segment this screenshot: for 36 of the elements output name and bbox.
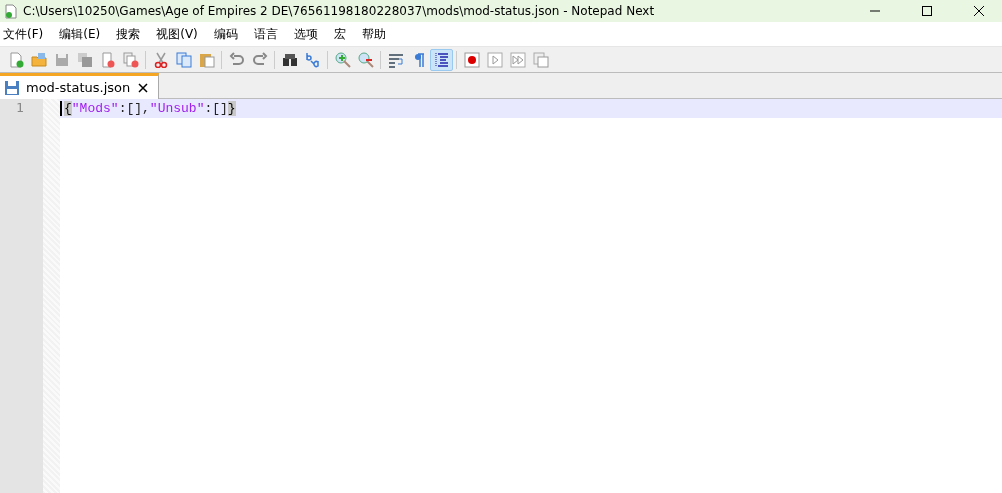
app-icon — [5, 3, 17, 19]
code-line: {"Mods":[],"Unsub":[]} — [60, 101, 236, 116]
redo-icon — [251, 51, 268, 68]
tab-close-icon[interactable] — [136, 80, 151, 95]
save-icon — [4, 79, 20, 96]
binoculars-icon — [281, 51, 298, 68]
menu-item[interactable]: 视图(V) — [153, 25, 206, 43]
play-multiple-icon — [509, 51, 526, 68]
menu-item[interactable]: 文件(F) — [0, 25, 52, 43]
zoom-out-icon — [357, 51, 374, 68]
menu-item[interactable]: 搜索 — [113, 25, 149, 43]
open-folder-icon — [30, 51, 47, 68]
line-number: 1 — [15, 99, 25, 116]
menu-item[interactable]: 语言 — [250, 25, 286, 43]
play-icon — [486, 51, 503, 68]
save-all-icon — [76, 51, 93, 68]
new-file-icon — [7, 51, 24, 68]
record-icon — [463, 51, 480, 68]
menu-item[interactable]: 选项 — [290, 25, 326, 43]
menu-item[interactable]: 宏 — [330, 25, 354, 43]
file-tab[interactable]: mod-status.json — [0, 73, 160, 99]
zoom-in-icon — [334, 51, 351, 68]
menu-item[interactable]: 编码 — [210, 25, 246, 43]
indent-guide-button[interactable] — [430, 48, 453, 71]
word-wrap-icon — [387, 51, 404, 68]
menu-item[interactable]: 编辑(E) — [56, 25, 109, 43]
save-macro-icon — [532, 51, 549, 68]
undo-icon — [228, 51, 245, 68]
save-icon — [53, 51, 70, 68]
copy-icon — [175, 51, 192, 68]
paste-icon — [198, 51, 215, 68]
menu-item[interactable]: 帮助 — [358, 25, 394, 43]
indent-guide-icon — [433, 51, 450, 68]
window-title: C:\Users\10250\Games\Age of Empires 2 DE\76561198180228037\mods\mod-status.json - Notepad Next — [23, 4, 656, 18]
maximize-icon — [922, 6, 932, 16]
scissors-icon — [152, 51, 169, 68]
